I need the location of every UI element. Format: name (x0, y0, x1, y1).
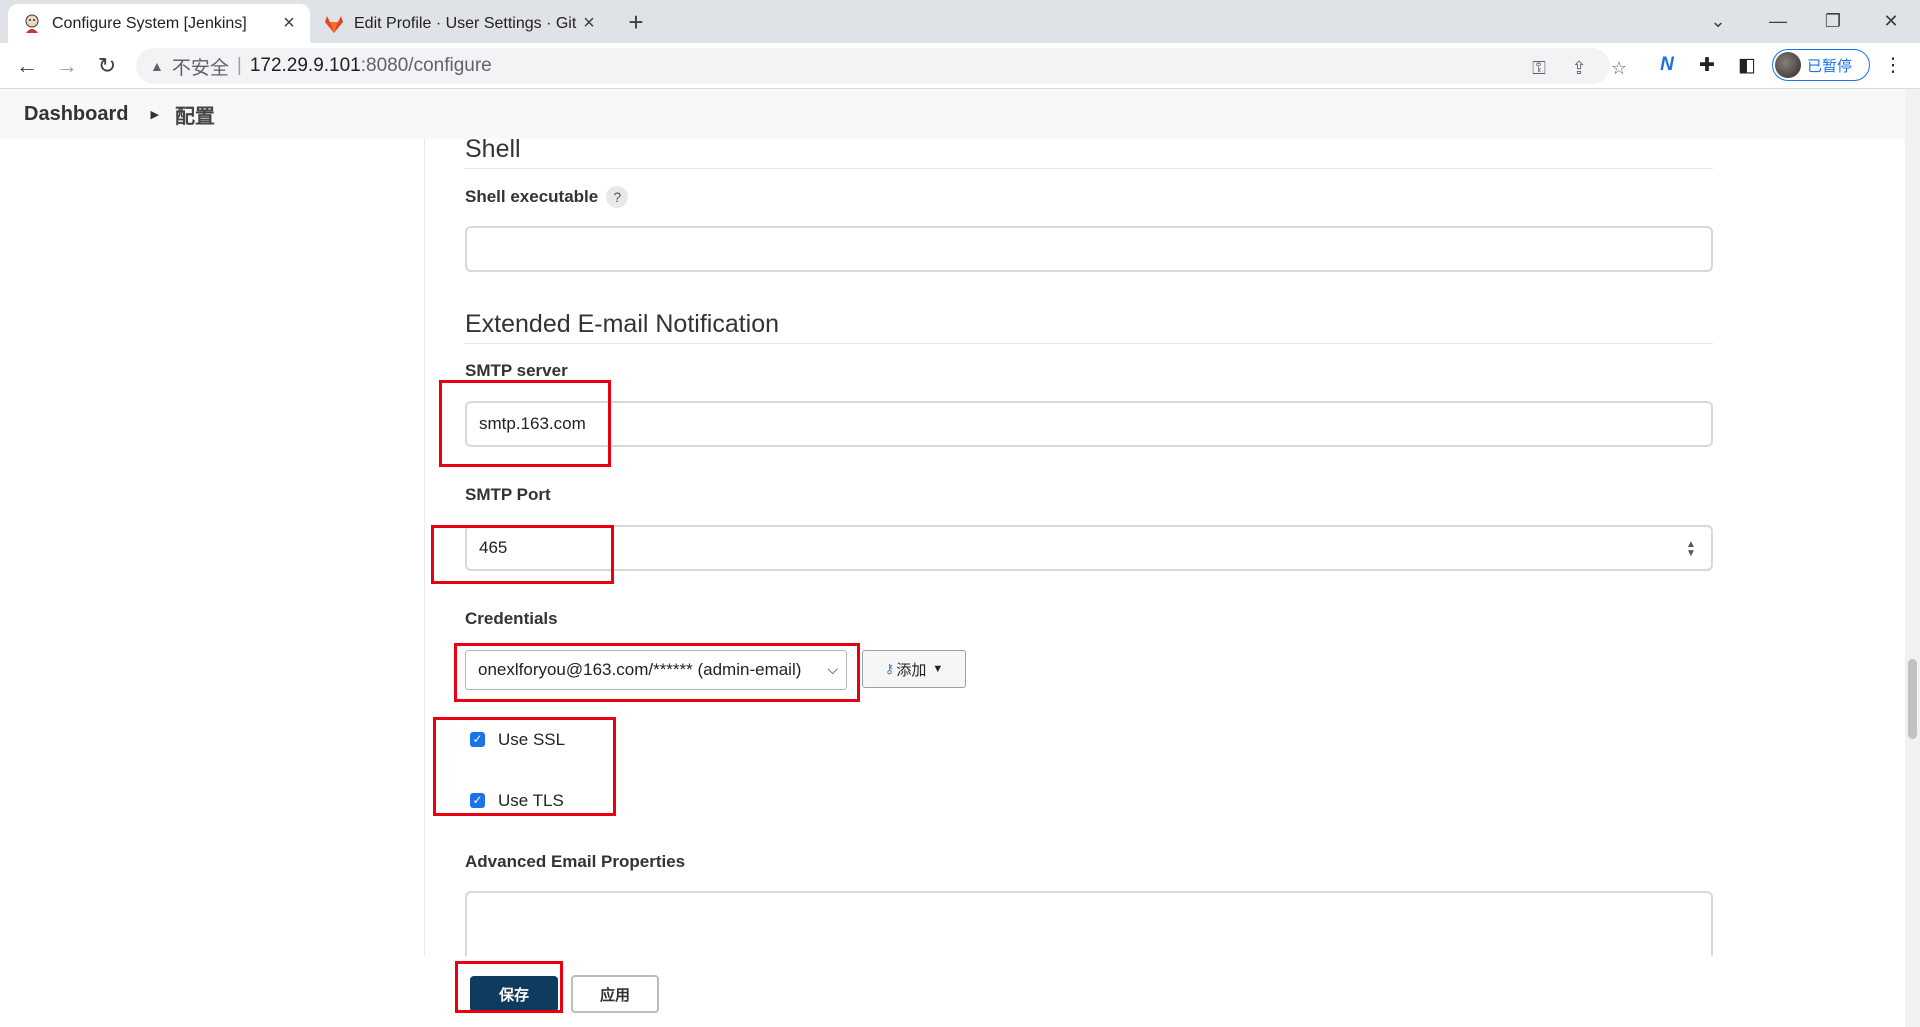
jenkins-icon (22, 14, 42, 34)
minimize-icon[interactable]: — (1755, 6, 1801, 36)
close-tab-icon[interactable]: × (278, 12, 300, 35)
key-icon[interactable]: ⚿ (1528, 57, 1550, 79)
tab-search-icon[interactable]: ⌄ (1695, 6, 1741, 36)
tab-edit-profile[interactable]: Edit Profile · User Settings · Git × (310, 4, 610, 43)
menu-icon[interactable]: ⋮ (1880, 52, 1906, 78)
breadcrumb-dashboard[interactable]: Dashboard (24, 103, 128, 126)
side-panel-icon[interactable]: ◧ (1734, 52, 1760, 78)
smtp-server-label: SMTP server (465, 361, 568, 380)
breadcrumb-current: 配置 (174, 105, 215, 128)
profile-label: 已暂停 (1807, 57, 1853, 75)
extension-icon[interactable]: N (1654, 52, 1680, 78)
forward-icon[interactable]: → (52, 51, 82, 81)
smtp-server-input[interactable] (465, 401, 1713, 447)
address-bar[interactable]: ▲ 不安全 | 172.29.9.101 :8080/configure ⚿ ⇪… (136, 48, 1627, 84)
gitlab-icon (324, 14, 344, 34)
bookmark-star-icon[interactable]: ☆ (1608, 57, 1630, 79)
email-section-title: Extended E-mail Notification (465, 310, 780, 338)
shell-executable-label: Shell executable? (465, 186, 629, 208)
new-tab-icon[interactable]: + (622, 7, 650, 37)
warning-icon: ▲ (150, 58, 164, 74)
address-separator: | (236, 55, 242, 76)
smtp-port-label: SMTP Port (465, 485, 551, 504)
tab-title: Configure System [Jenkins] (52, 14, 247, 32)
help-icon[interactable]: ? (606, 186, 629, 208)
smtp-port-input[interactable] (465, 525, 1713, 571)
advanced-email-properties-label: Advanced Email Properties (465, 852, 686, 871)
profile-button[interactable]: 已暂停 (1772, 49, 1870, 81)
highlight-ssl-tls (433, 717, 616, 816)
apply-button[interactable]: 应用 (571, 975, 659, 1013)
share-icon[interactable]: ⇪ (1568, 57, 1590, 79)
add-credentials-button[interactable]: ⚷ 添加 ▼ (862, 650, 966, 688)
shell-section-title: Shell (465, 135, 521, 163)
close-window-icon[interactable]: ✕ (1868, 6, 1914, 36)
shell-executable-input[interactable] (465, 226, 1713, 272)
highlight-smtp-server (439, 380, 611, 467)
tab-configure-system[interactable]: Configure System [Jenkins] × (8, 4, 310, 43)
browser-tab-strip: Configure System [Jenkins] × Edit Profil… (0, 0, 1920, 43)
section-divider (465, 343, 1713, 344)
url-path: :8080/configure (360, 55, 492, 76)
chevron-right-icon[interactable]: ▶ (150, 108, 158, 121)
key-icon: ⚷ (884, 661, 895, 676)
url-host: 172.29.9.101 (249, 55, 361, 76)
side-panel (0, 139, 425, 1027)
port-stepper-icon[interactable]: ▲ ▼ (1683, 540, 1699, 560)
page-scrollbar[interactable] (1905, 89, 1920, 1027)
browser-toolbar: ← → ↻ ▲ 不安全 | 172.29.9.101 :8080/configu… (0, 43, 1920, 89)
add-credentials-label: 添加 (896, 661, 927, 679)
restore-icon[interactable]: ❐ (1810, 6, 1856, 36)
avatar (1775, 52, 1801, 78)
breadcrumb: Dashboard ▶ 配置 (0, 89, 1905, 139)
security-label: 不安全 (171, 57, 229, 79)
caret-down-icon: ▼ (932, 663, 944, 675)
credentials-label: Credentials (465, 609, 558, 628)
close-tab-icon[interactable]: × (578, 12, 600, 35)
highlight-credentials (454, 643, 860, 702)
scrollbar-thumb[interactable] (1908, 659, 1917, 739)
puzzle-extensions-icon[interactable]: ✚ (1694, 52, 1720, 78)
section-divider (465, 168, 1713, 169)
highlight-save (455, 961, 563, 1013)
tab-title: Edit Profile · User Settings · Git (354, 14, 577, 32)
highlight-smtp-port (431, 525, 614, 584)
shell-executable-label-text: Shell executable (465, 187, 599, 206)
reload-icon[interactable]: ↻ (92, 51, 122, 81)
back-icon[interactable]: ← (12, 51, 42, 81)
